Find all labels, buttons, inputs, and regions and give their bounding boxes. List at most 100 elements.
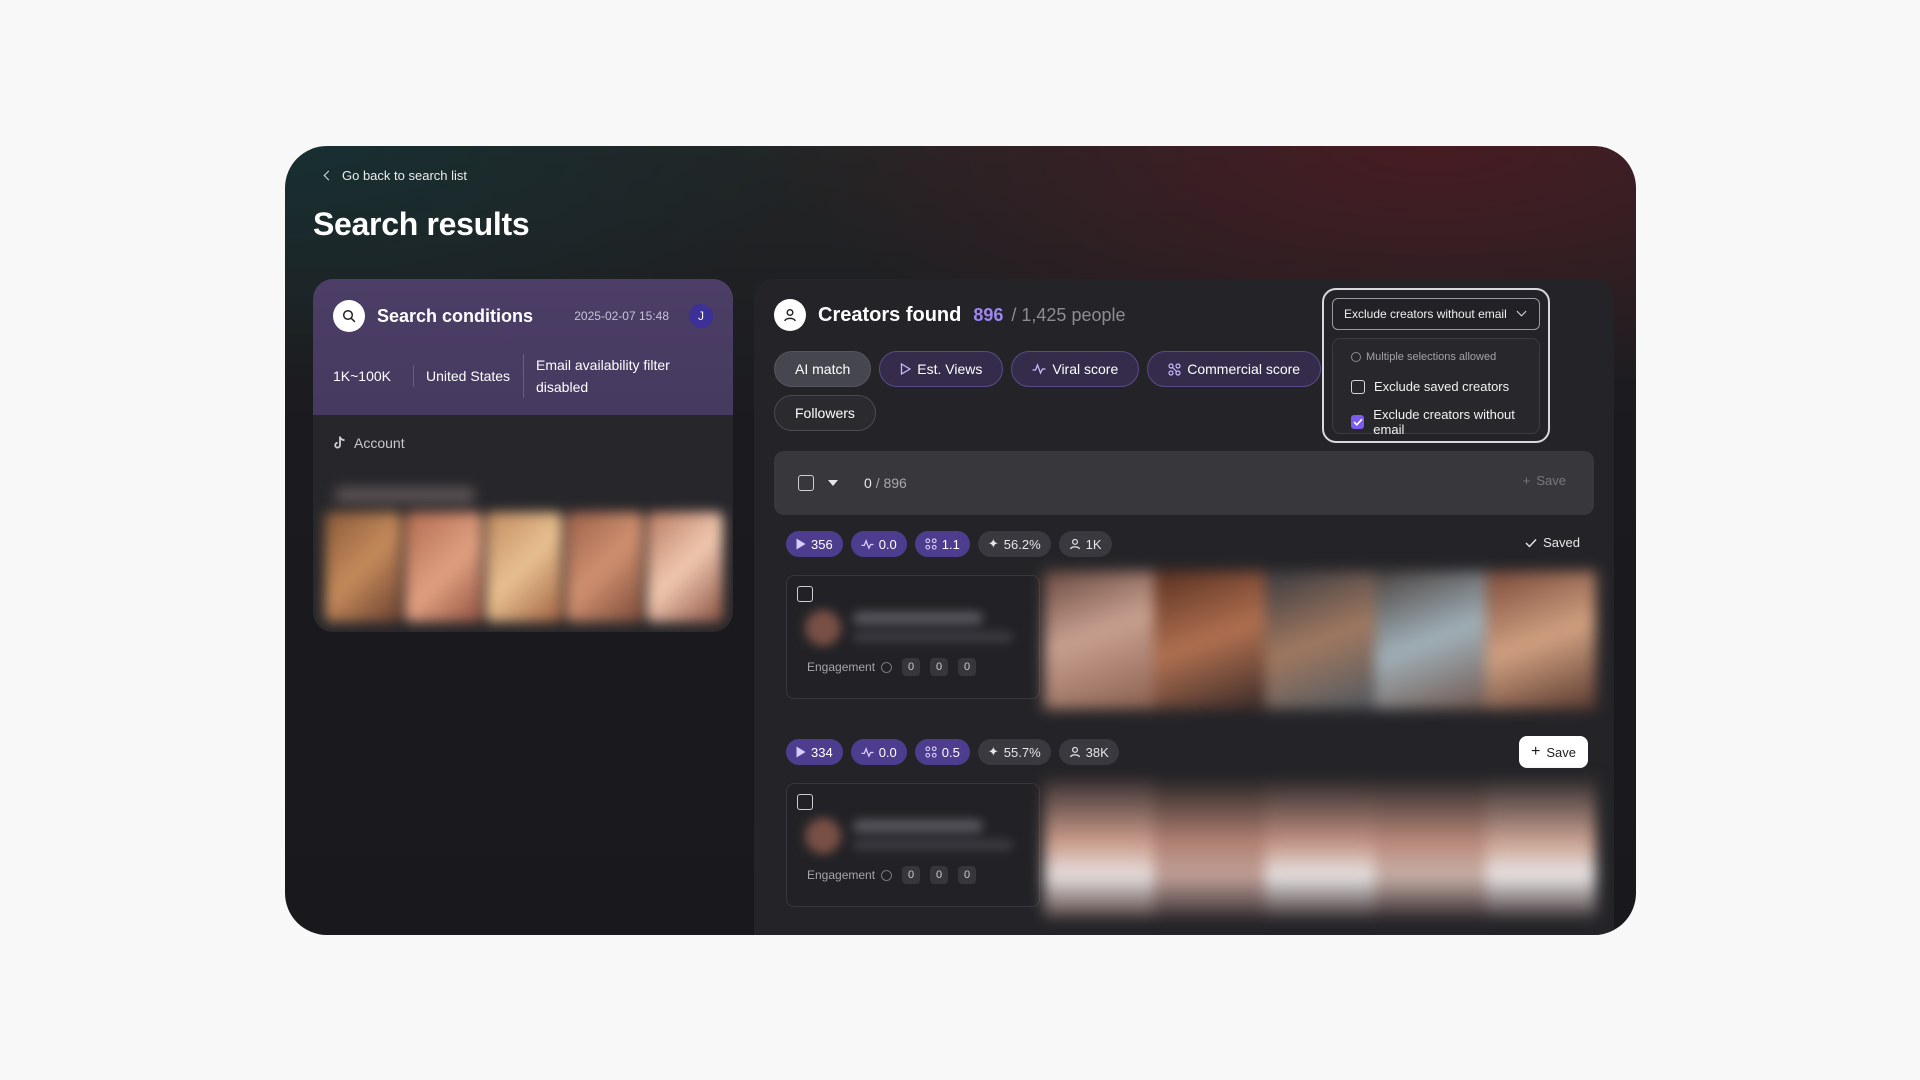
chip-est-views[interactable]: Est. Views	[879, 351, 1004, 387]
option-label: Exclude saved creators	[1374, 379, 1510, 394]
app-window: Go back to search list Search results Se…	[285, 146, 1636, 935]
engagement-value: 0	[902, 658, 921, 676]
creator-profile-card[interactable]: Engagement 0 0 0	[786, 783, 1040, 907]
selection-count: 0 / 896	[864, 475, 907, 491]
views-badge: 356	[786, 531, 843, 557]
rate-badge: ✦ 56.2%	[977, 531, 1051, 557]
play-outline-icon	[901, 363, 912, 375]
plus-icon: +	[1522, 473, 1531, 488]
checkbox-unchecked[interactable]	[1351, 379, 1365, 394]
creator-row: 356 0.0 1.1 ✦ 56.2% 1K Saved Engagement …	[786, 531, 1596, 709]
engagement-value: 0	[930, 866, 949, 884]
caret-down-icon[interactable]	[828, 480, 838, 486]
engagement-row: Engagement 0 0 0	[807, 866, 977, 884]
engagement-value: 0	[958, 866, 977, 884]
blurred-profile	[805, 606, 1015, 650]
creator-checkbox[interactable]	[797, 586, 813, 602]
search-date: 2025-02-07 15:48	[574, 309, 669, 323]
engagement-value: 0	[958, 658, 977, 676]
info-icon[interactable]	[881, 661, 893, 673]
chip-ai-match[interactable]: AI match	[774, 351, 872, 387]
network-icon	[1168, 362, 1181, 376]
check-icon	[1353, 418, 1363, 426]
blurred-account-preview	[325, 482, 724, 628]
video-thumbnail[interactable]	[1154, 571, 1265, 709]
selected-count: 0	[864, 475, 872, 491]
back-to-search-list-link[interactable]: Go back to search list	[323, 168, 467, 183]
play-icon	[796, 746, 806, 758]
commercial-value: 0.5	[941, 744, 960, 760]
creators-found-title: Creators found	[818, 303, 962, 326]
chip-followers[interactable]: Followers	[774, 395, 876, 431]
creator-profile-card[interactable]: Engagement 0 0 0	[786, 575, 1040, 699]
pulse-icon	[1032, 363, 1046, 375]
video-thumbnail[interactable]	[1264, 571, 1376, 709]
option-exclude-without-email[interactable]: Exclude creators without email	[1351, 407, 1539, 437]
exclude-filter-dropdown[interactable]: Exclude creators without email	[1332, 298, 1540, 330]
dropdown-hint: Multiple selections allowed	[1351, 351, 1496, 363]
video-thumbnail[interactable]	[1044, 571, 1155, 709]
commercial-value: 1.1	[941, 536, 960, 552]
sparkle-icon: ✦	[987, 536, 999, 551]
chip-commercial-score[interactable]: Commercial score	[1147, 351, 1322, 387]
pulse-icon	[861, 538, 874, 550]
video-thumbnail[interactable]	[1154, 779, 1265, 917]
followers-badge: 38K	[1058, 739, 1119, 765]
saved-status[interactable]: Saved	[1525, 535, 1580, 550]
back-link-label: Go back to search list	[342, 168, 467, 183]
option-exclude-saved[interactable]: Exclude saved creators	[1351, 379, 1509, 394]
checkbox-checked[interactable]	[1351, 415, 1365, 429]
bulk-save-label: Save	[1536, 473, 1566, 488]
thumbnail	[405, 512, 482, 622]
thumbnail	[646, 512, 724, 622]
check-icon	[1525, 538, 1537, 548]
info-icon	[1351, 352, 1361, 362]
search-conditions-header: Search conditions 2025-02-07 15:48 J 1K~…	[313, 279, 733, 415]
engagement-value: 0	[930, 658, 949, 676]
video-thumbnail[interactable]	[1485, 779, 1596, 917]
engagement-label: Engagement	[807, 868, 876, 882]
thumbnail	[485, 512, 563, 622]
views-value: 356	[811, 536, 833, 552]
video-thumbnail[interactable]	[1485, 571, 1596, 709]
sort-chips: AI match Est. Views Viral score Commerci…	[774, 351, 1334, 431]
video-thumbnail[interactable]	[1264, 779, 1376, 917]
video-thumbnail[interactable]	[1044, 779, 1155, 917]
search-icon	[333, 300, 365, 332]
engagement-row: Engagement 0 0 0	[807, 658, 977, 676]
creator-checkbox[interactable]	[797, 794, 813, 810]
found-count: 896	[973, 304, 1004, 325]
avatar[interactable]: J	[689, 304, 713, 328]
chip-viral-score[interactable]: Viral score	[1011, 351, 1140, 387]
page-title: Search results	[313, 206, 530, 242]
network-icon	[925, 538, 937, 550]
pulse-icon	[861, 746, 874, 758]
blurred-video-thumbnails	[1044, 779, 1596, 917]
user-icon	[774, 299, 806, 331]
video-thumbnail[interactable]	[1375, 571, 1486, 709]
bulk-actions-toolbar: 0 / 896 + Save	[774, 451, 1594, 515]
engagement-value: 0	[902, 866, 921, 884]
selected-total: / 896	[875, 475, 907, 491]
info-icon[interactable]	[881, 869, 893, 881]
tiktok-icon	[334, 436, 345, 449]
saved-label: Saved	[1543, 535, 1580, 550]
blurred-profile	[805, 814, 1015, 858]
search-conditions-panel: Search conditions 2025-02-07 15:48 J 1K~…	[313, 279, 733, 632]
views-badge: 334	[786, 739, 843, 765]
video-thumbnail[interactable]	[1375, 779, 1486, 917]
option-label: Exclude creators without email	[1373, 407, 1515, 437]
select-all-checkbox[interactable]	[798, 475, 814, 491]
views-value: 334	[811, 744, 833, 760]
viral-badge: 0.0	[850, 531, 907, 557]
blurred-account-name	[335, 487, 475, 503]
creator-row: 334 0.0 0.5 ✦ 55.7% 38K + Save Engagemen…	[786, 736, 1596, 917]
dropdown-trigger-label: Exclude creators without email	[1344, 307, 1507, 321]
user-icon	[1069, 538, 1080, 550]
viral-value: 0.0	[878, 536, 897, 552]
bulk-save-button[interactable]: + Save	[1523, 473, 1566, 488]
thumbnail	[566, 512, 643, 622]
chevron-left-icon	[323, 170, 334, 181]
creator-stats: 356 0.0 1.1 ✦ 56.2% 1K	[786, 531, 1596, 557]
save-creator-button[interactable]: + Save	[1519, 736, 1588, 768]
